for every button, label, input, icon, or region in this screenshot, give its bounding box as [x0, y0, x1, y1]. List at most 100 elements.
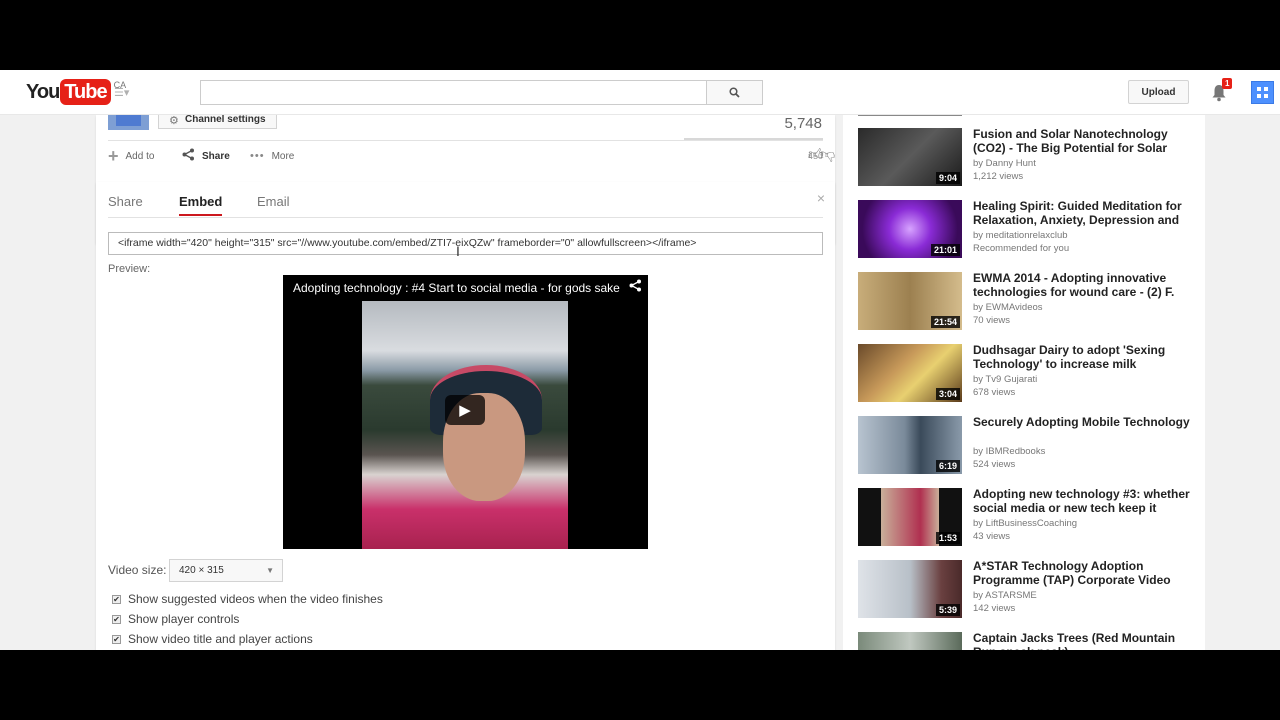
related-video-title[interactable]: Fusion and Solar Nanotechnology (CO2) - …	[973, 128, 1193, 155]
video-thumbnail[interactable]: 6:19	[858, 416, 962, 474]
channel-avatar[interactable]	[108, 115, 149, 130]
related-video-channel[interactable]: by meditationrelaxclub	[973, 230, 1068, 241]
chevron-down-icon: ▼	[266, 566, 274, 575]
embed-code-field[interactable]: <iframe width="420" height="315" src="//…	[108, 232, 823, 255]
related-video-views: 524 views	[973, 459, 1016, 470]
related-video-title[interactable]: EWMA 2014 - Adopting innovative technolo…	[973, 272, 1193, 299]
search-icon	[729, 87, 740, 98]
video-duration: 5:39	[935, 604, 960, 616]
related-video-title[interactable]: Dudhsagar Dairy to adopt 'Sexing Technol…	[973, 344, 1193, 371]
option-player-controls[interactable]: ✔ Show player controls	[112, 612, 239, 626]
option-suggested-videos[interactable]: ✔ Show suggested videos when the video f…	[112, 592, 383, 606]
notification-count-badge: 1	[1222, 78, 1233, 89]
logo-tube-text: Tube	[60, 79, 111, 105]
video-duration: 3:04	[935, 388, 960, 400]
related-video-channel[interactable]: by Tv9 Gujarati	[973, 374, 1037, 385]
share-label: Share	[202, 150, 230, 162]
related-video-title[interactable]: A*STAR Technology Adoption Programme (TA…	[973, 560, 1193, 587]
option-label: Show video title and player actions	[128, 632, 313, 646]
more-label: More	[271, 150, 295, 162]
video-thumbnail[interactable]: 21:01	[858, 200, 962, 258]
related-video-item[interactable]: 1:53 Adopting new technology #3: whether…	[858, 488, 1198, 548]
related-video-item[interactable]: 21:01 Healing Spirit: Guided Meditation …	[858, 200, 1198, 260]
tab-email[interactable]: Email	[257, 194, 290, 209]
share-tabs: Share Embed Email	[108, 182, 823, 218]
related-video-views: 678 views	[973, 387, 1016, 398]
related-video-views: 142 views	[973, 603, 1016, 614]
related-video-channel[interactable]: by IBMRedbooks	[973, 446, 1045, 457]
video-duration: 21:54	[930, 316, 960, 328]
related-video-item[interactable]: 5:39 A*STAR Technology Adoption Programm…	[858, 560, 1198, 620]
channel-settings-label: Channel settings	[185, 114, 266, 125]
player-title[interactable]: Adopting technology : #4 Start to social…	[293, 281, 620, 295]
play-icon: ▶	[459, 402, 471, 419]
related-video-views: Recommended for you	[973, 243, 1070, 254]
related-videos-sidebar: 9:04 Fusion and Solar Nanotechnology (CO…	[843, 115, 1205, 650]
related-video-item[interactable]: 6:19 Securely Adopting Mobile Technology…	[858, 416, 1198, 476]
close-icon[interactable]: ×	[817, 190, 825, 206]
video-size-value: 420 × 315	[179, 565, 224, 576]
player-share-icon[interactable]	[629, 279, 642, 295]
more-button[interactable]: ••• More	[250, 146, 294, 166]
preview-label: Preview:	[108, 263, 151, 275]
more-dots-icon: •••	[250, 150, 265, 162]
youtube-logo[interactable]: You Tube CA	[26, 79, 126, 105]
share-button[interactable]: Share	[182, 146, 230, 166]
divider	[108, 140, 823, 141]
account-grid-icon	[1257, 87, 1268, 98]
account-avatar[interactable]	[1251, 81, 1274, 104]
upload-button[interactable]: Upload	[1128, 80, 1189, 104]
text-cursor-icon: I	[456, 243, 460, 259]
video-duration: 1:53	[935, 532, 960, 544]
share-icon	[182, 148, 195, 165]
share-panel: Share Embed Email × <iframe width="420" …	[96, 182, 835, 650]
related-video-channel[interactable]: by EWMAvideos	[973, 302, 1043, 313]
related-video-channel[interactable]: by LiftBusinessCoaching	[973, 518, 1077, 529]
related-video-views: 43 views	[973, 531, 1010, 542]
add-to-label: Add to	[125, 150, 155, 162]
related-video-views: 70 views	[973, 315, 1010, 326]
related-video-title[interactable]: Adopting new technology #3: whether soci…	[973, 488, 1193, 515]
related-video-item[interactable]: 9:04 Fusion and Solar Nanotechnology (CO…	[858, 128, 1198, 188]
checkbox-checked-icon[interactable]: ✔	[112, 614, 121, 624]
related-video-item[interactable]: 21:54 EWMA 2014 - Adopting innovative te…	[858, 272, 1198, 332]
masthead: You Tube CA ☰▾ Upload 1	[0, 70, 1280, 115]
checkbox-checked-icon[interactable]: ✔	[112, 634, 121, 644]
related-video-item[interactable]: 3:04 Dudhsagar Dairy to adopt 'Sexing Te…	[858, 344, 1198, 404]
video-size-select[interactable]: 420 × 315 ▼	[169, 559, 283, 582]
video-thumbnail[interactable]: 1:53	[858, 488, 962, 546]
video-duration: 21:01	[930, 244, 960, 256]
video-size-label: Video size:	[108, 563, 167, 577]
video-thumbnail[interactable]: 3:04	[858, 344, 962, 402]
related-video-channel[interactable]: by Danny Hunt	[973, 158, 1036, 169]
divider	[858, 115, 962, 116]
related-video-channel[interactable]: by ASTARSME	[973, 590, 1037, 601]
browser-viewport: You Tube CA ☰▾ Upload 1 ⚙ Channel settin…	[0, 70, 1280, 650]
view-count: 5,748	[784, 115, 822, 132]
option-label: Show suggested videos when the video fin…	[128, 592, 383, 606]
add-to-button[interactable]: + Add to	[108, 146, 154, 166]
video-thumbnail[interactable]: 5:39	[858, 560, 962, 618]
tab-embed[interactable]: Embed	[179, 194, 223, 216]
gear-icon: ⚙	[169, 115, 179, 127]
channel-settings-button[interactable]: ⚙ Channel settings	[158, 113, 277, 129]
embed-preview-player[interactable]: Adopting technology : #4 Start to social…	[283, 275, 648, 549]
option-label: Show player controls	[128, 612, 240, 626]
video-thumbnail[interactable]	[858, 632, 962, 650]
checkbox-checked-icon[interactable]: ✔	[112, 594, 121, 604]
related-video-title[interactable]: Healing Spirit: Guided Meditation for Re…	[973, 200, 1193, 227]
search-button[interactable]	[706, 80, 763, 105]
like-dislike-group: 👍︎ 45 👎︎ 0	[808, 146, 835, 166]
video-thumbnail[interactable]: 9:04	[858, 128, 962, 186]
search-input[interactable]	[200, 80, 707, 105]
guide-menu-icon[interactable]: ☰▾	[114, 87, 136, 99]
related-video-item[interactable]: Captain Jacks Trees (Red Mountain Run sn…	[858, 632, 1198, 650]
related-video-title[interactable]: Captain Jacks Trees (Red Mountain Run sn…	[973, 632, 1193, 650]
plus-icon: +	[108, 145, 119, 166]
tab-share[interactable]: Share	[108, 194, 143, 209]
play-button[interactable]: ▶	[445, 395, 485, 425]
related-video-title[interactable]: Securely Adopting Mobile Technology	[973, 416, 1193, 430]
video-duration: 9:04	[935, 172, 960, 184]
option-title-actions[interactable]: ✔ Show video title and player actions	[112, 632, 313, 646]
video-thumbnail[interactable]: 21:54	[858, 272, 962, 330]
